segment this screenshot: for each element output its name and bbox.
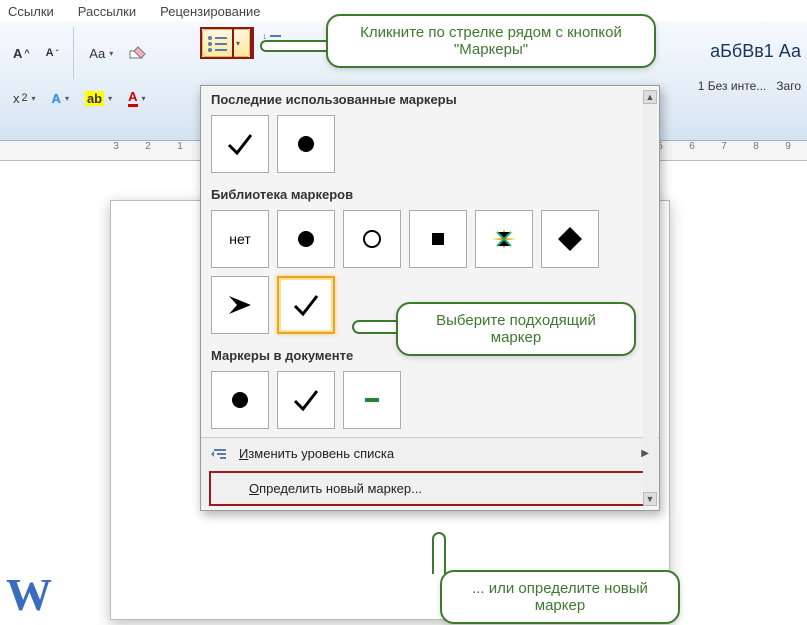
style-names: 1 Без инте... Заго (698, 79, 801, 93)
bullet-diamonds[interactable] (541, 210, 599, 268)
scroll-up-icon[interactable]: ▲ (643, 90, 657, 104)
chevron-down-icon[interactable]: ▾ (236, 39, 240, 48)
section-recent: Последние использованные маркеры (201, 86, 659, 111)
disc-icon (225, 385, 255, 415)
word-logo: W (6, 568, 52, 621)
grow-font-button[interactable]: A^ (8, 42, 35, 65)
callout-arrow-tip: Кликните по стрелке рядом с кнопкой "Мар… (326, 14, 656, 68)
define-highlight: Определить новый маркер... (209, 471, 651, 506)
callout-define: ... или определите новый маркер (440, 570, 680, 624)
doc-tiles (201, 367, 659, 437)
font-color-button[interactable]: A▾ (123, 85, 150, 111)
dash-icon (357, 385, 387, 415)
clear-format-button[interactable] (124, 41, 152, 65)
callout-tail (352, 320, 400, 334)
change-level-label: Изменить уровень списка (239, 446, 394, 461)
change-level-item[interactable]: Изменить уровень списка ▶ (201, 438, 659, 469)
bullet-square[interactable] (409, 210, 467, 268)
define-new-item[interactable]: Определить новый маркер... (211, 473, 649, 504)
check-icon (225, 129, 255, 159)
none-label: нет (229, 231, 250, 247)
style-preview[interactable]: аБбВв1 Аа (710, 41, 801, 62)
menu-footer: Изменить уровень списка ▶ Определить нов… (201, 437, 659, 506)
circle-icon (357, 224, 387, 254)
change-case-button[interactable]: Aa▾ (84, 42, 118, 65)
tab-mail[interactable]: Рассылки (78, 4, 136, 19)
check-icon (291, 290, 321, 320)
bullet-check-doc[interactable] (277, 371, 335, 429)
bullet-dash-doc[interactable] (343, 371, 401, 429)
square-icon (423, 224, 453, 254)
callout-pick: Выберите подходящий маркер (396, 302, 636, 356)
star4-icon (489, 224, 519, 254)
bullets-dropdown: ▲ ▼ Последние использованные маркеры Биб… (200, 85, 660, 511)
separator (73, 27, 74, 79)
tab-review[interactable]: Рецензирование (160, 4, 260, 19)
callout-tail (432, 532, 446, 574)
shrink-font-button[interactable]: Aˇ (41, 43, 64, 63)
bullet-disc-doc[interactable] (211, 371, 269, 429)
eraser-icon (129, 45, 147, 61)
bullet-none[interactable]: нет (211, 210, 269, 268)
chevron-right-icon: ▶ (641, 448, 649, 459)
bullet-disc-2[interactable] (277, 210, 335, 268)
bullets-icon (206, 34, 232, 52)
subscript-button[interactable]: x2▾ (8, 87, 41, 110)
text-effect-button[interactable]: A▾ (47, 87, 74, 110)
tab-links[interactable]: Ссылки (8, 4, 54, 19)
callout-tail (260, 40, 330, 52)
bullet-4star[interactable] (475, 210, 533, 268)
bullet-circle[interactable] (343, 210, 401, 268)
bullet-arrow[interactable] (211, 276, 269, 334)
bullet-disc[interactable] (277, 115, 335, 173)
bullet-checkmark[interactable] (211, 115, 269, 173)
bullets-button[interactable]: ▾ (202, 29, 250, 57)
define-new-label: Определить новый маркер... (249, 481, 422, 496)
check-icon (291, 385, 321, 415)
disc-icon (291, 129, 321, 159)
disc-icon (291, 224, 321, 254)
recent-tiles (201, 111, 659, 181)
bullet-check-selected[interactable] (277, 276, 335, 334)
diamond-icon (555, 224, 585, 254)
indent-icon (211, 447, 229, 461)
section-library: Библиотека маркеров (201, 181, 659, 206)
arrow-icon (225, 290, 255, 320)
highlight-button[interactable]: ab▾ (80, 87, 117, 110)
